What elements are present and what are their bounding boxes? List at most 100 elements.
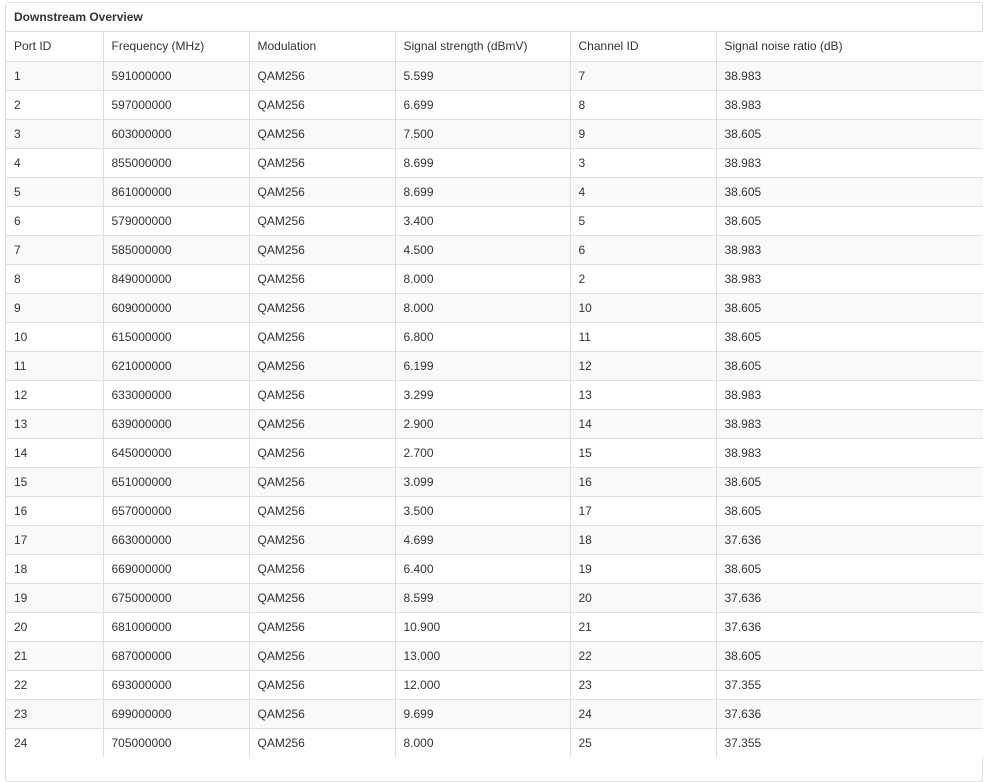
table-row: 1 591000000 QAM256 5.599 7 38.983 — [6, 60, 983, 90]
table-row: 20 681000000 QAM256 10.900 21 37.636 — [6, 611, 983, 641]
cell-channel-id: 4 — [569, 176, 716, 206]
cell-modulation: QAM256 — [248, 234, 395, 264]
cell-channel-id: 9 — [569, 118, 716, 148]
cell-channel-id: 11 — [569, 321, 716, 351]
cell-frequency: 681000000 — [102, 611, 249, 641]
cell-port-id: 23 — [6, 698, 103, 728]
cell-channel-id: 12 — [569, 350, 716, 380]
cell-frequency: 687000000 — [102, 640, 249, 670]
cell-signal-strength: 2.700 — [394, 437, 570, 467]
cell-modulation: QAM256 — [248, 495, 395, 525]
cell-frequency: 645000000 — [102, 437, 249, 467]
table-row: 23 699000000 QAM256 9.699 24 37.636 — [6, 698, 983, 728]
cell-frequency: 603000000 — [102, 118, 249, 148]
cell-signal-noise-ratio: 38.605 — [715, 640, 983, 670]
table-row: 18 669000000 QAM256 6.400 19 38.605 — [6, 553, 983, 583]
column-header-channel-id: Channel ID — [569, 32, 716, 61]
cell-modulation: QAM256 — [248, 89, 395, 119]
cell-signal-noise-ratio: 37.636 — [715, 698, 983, 728]
table-row: 7 585000000 QAM256 4.500 6 38.983 — [6, 234, 983, 264]
cell-channel-id: 22 — [569, 640, 716, 670]
cell-signal-noise-ratio: 38.605 — [715, 350, 983, 380]
table-row: 21 687000000 QAM256 13.000 22 38.605 — [6, 640, 983, 670]
cell-port-id: 16 — [6, 495, 103, 525]
cell-frequency: 591000000 — [102, 60, 249, 90]
cell-modulation: QAM256 — [248, 553, 395, 583]
table-row: 17 663000000 QAM256 4.699 18 37.636 — [6, 524, 983, 554]
cell-port-id: 8 — [6, 263, 103, 293]
table-row: 10 615000000 QAM256 6.800 11 38.605 — [6, 321, 983, 351]
cell-signal-strength: 8.699 — [394, 147, 570, 177]
cell-signal-noise-ratio: 38.983 — [715, 263, 983, 293]
cell-frequency: 699000000 — [102, 698, 249, 728]
cell-port-id: 6 — [6, 205, 103, 235]
cell-frequency: 633000000 — [102, 379, 249, 409]
cell-signal-noise-ratio: 38.605 — [715, 321, 983, 351]
panel-title: Downstream Overview — [6, 3, 982, 32]
cell-signal-strength: 3.500 — [394, 495, 570, 525]
cell-signal-noise-ratio: 38.605 — [715, 292, 983, 322]
cell-channel-id: 2 — [569, 263, 716, 293]
column-header-modulation: Modulation — [248, 32, 395, 61]
cell-frequency: 693000000 — [102, 669, 249, 699]
cell-port-id: 17 — [6, 524, 103, 554]
cell-channel-id: 13 — [569, 379, 716, 409]
cell-signal-noise-ratio: 37.355 — [715, 727, 983, 757]
cell-port-id: 22 — [6, 669, 103, 699]
column-header-port-id: Port ID — [6, 32, 103, 61]
cell-port-id: 20 — [6, 611, 103, 641]
cell-signal-strength: 6.699 — [394, 89, 570, 119]
cell-frequency: 705000000 — [102, 727, 249, 757]
cell-signal-noise-ratio: 37.636 — [715, 582, 983, 612]
cell-port-id: 3 — [6, 118, 103, 148]
cell-signal-noise-ratio: 37.636 — [715, 524, 983, 554]
cell-signal-noise-ratio: 38.983 — [715, 437, 983, 467]
cell-port-id: 24 — [6, 727, 103, 757]
table-row: 6 579000000 QAM256 3.400 5 38.605 — [6, 205, 983, 235]
cell-modulation: QAM256 — [248, 611, 395, 641]
cell-modulation: QAM256 — [248, 176, 395, 206]
cell-signal-strength: 8.000 — [394, 263, 570, 293]
cell-signal-noise-ratio: 38.605 — [715, 466, 983, 496]
table-row: 14 645000000 QAM256 2.700 15 38.983 — [6, 437, 983, 467]
cell-port-id: 13 — [6, 408, 103, 438]
cell-channel-id: 10 — [569, 292, 716, 322]
table-row: 12 633000000 QAM256 3.299 13 38.983 — [6, 379, 983, 409]
cell-port-id: 2 — [6, 89, 103, 119]
table-body: 1 591000000 QAM256 5.599 7 38.983 2 597000000 QA… — [6, 60, 983, 757]
cell-channel-id: 17 — [569, 495, 716, 525]
cell-channel-id: 20 — [569, 582, 716, 612]
cell-modulation: QAM256 — [248, 350, 395, 380]
cell-frequency: 615000000 — [102, 321, 249, 351]
cell-modulation: QAM256 — [248, 205, 395, 235]
cell-signal-strength: 8.000 — [394, 727, 570, 757]
cell-signal-strength: 3.400 — [394, 205, 570, 235]
cell-frequency: 639000000 — [102, 408, 249, 438]
cell-channel-id: 15 — [569, 437, 716, 467]
cell-port-id: 10 — [6, 321, 103, 351]
cell-channel-id: 19 — [569, 553, 716, 583]
cell-port-id: 19 — [6, 582, 103, 612]
cell-modulation: QAM256 — [248, 292, 395, 322]
cell-channel-id: 8 — [569, 89, 716, 119]
downstream-table: Port ID Frequency (MHz) Modulation Signal s… — [6, 32, 983, 757]
table-row: 19 675000000 QAM256 8.599 20 37.636 — [6, 582, 983, 612]
cell-signal-strength: 3.299 — [394, 379, 570, 409]
cell-port-id: 5 — [6, 176, 103, 206]
cell-signal-noise-ratio: 38.983 — [715, 379, 983, 409]
table-header-row: Port ID Frequency (MHz) Modulation Signal s… — [6, 32, 983, 61]
cell-signal-strength: 12.000 — [394, 669, 570, 699]
cell-modulation: QAM256 — [248, 437, 395, 467]
cell-signal-strength: 2.900 — [394, 408, 570, 438]
cell-signal-noise-ratio: 37.636 — [715, 611, 983, 641]
cell-channel-id: 25 — [569, 727, 716, 757]
cell-signal-strength: 9.699 — [394, 698, 570, 728]
downstream-overview-panel: Downstream Overview Port ID Frequency (MH… — [5, 2, 983, 782]
column-header-signal-strength: Signal strength (dBmV) — [394, 32, 570, 61]
table-row: 11 621000000 QAM256 6.199 12 38.605 — [6, 350, 983, 380]
cell-port-id: 9 — [6, 292, 103, 322]
cell-signal-strength: 3.099 — [394, 466, 570, 496]
cell-frequency: 579000000 — [102, 205, 249, 235]
cell-port-id: 4 — [6, 147, 103, 177]
column-header-signal-noise-ratio: Signal noise ratio (dB) — [715, 32, 983, 61]
